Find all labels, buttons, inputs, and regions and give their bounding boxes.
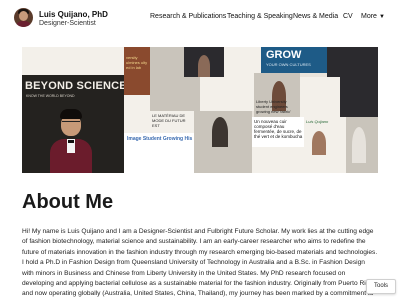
nav-more-label: More bbox=[361, 13, 377, 20]
magazine-subtitle: KNOW THE WORLD BEYOND bbox=[26, 94, 75, 98]
grow-banner: GROW YOUR OWN CULTURES bbox=[261, 47, 327, 73]
media-collage: BEYOND SCIENCE KNOW THE WORLD BEYOND ver… bbox=[22, 47, 378, 173]
about-bio: Hi! My name is Luis Quijano and I am a D… bbox=[22, 228, 378, 298]
collage-tile bbox=[200, 77, 254, 111]
collage-tile bbox=[150, 77, 200, 111]
about-heading: About Me bbox=[22, 191, 114, 213]
nav-news-media[interactable]: News & Media bbox=[293, 13, 338, 20]
newspaper-clipping: versity ulmines ulty ed in lab bbox=[124, 47, 150, 95]
collage-tile bbox=[150, 47, 184, 77]
portrait-photo bbox=[48, 109, 94, 173]
french-article-text: Un nouveau cuir composé d'eau fermentée,… bbox=[254, 119, 303, 139]
grow-subtitle: YOUR OWN CULTURES bbox=[266, 62, 311, 67]
headline-card: Image Student Growing His bbox=[124, 133, 194, 173]
collage-tile bbox=[252, 147, 304, 173]
nav-more[interactable]: More ▼ bbox=[361, 13, 385, 20]
collage-tile bbox=[340, 77, 378, 117]
avatar[interactable] bbox=[14, 8, 33, 27]
person-photo bbox=[312, 131, 326, 155]
nav-cv[interactable]: CV bbox=[343, 13, 353, 20]
person-photo bbox=[212, 117, 228, 147]
site-header: Luis Quijano, PhD Designer-Scientist Res… bbox=[0, 0, 400, 38]
person-photo bbox=[352, 127, 366, 163]
article-caption: Liberty University student engineers gro… bbox=[256, 99, 291, 114]
tools-button[interactable]: Tools bbox=[366, 279, 396, 294]
book-cover-text: Luis Quijano bbox=[306, 119, 329, 124]
chevron-down-icon: ▼ bbox=[378, 14, 385, 20]
french-article: Un nouveau cuir composé d'eau fermentée,… bbox=[252, 117, 304, 147]
collage-tile bbox=[300, 77, 340, 117]
headline-text: Image Student Growing His bbox=[127, 136, 193, 142]
site-name[interactable]: Luis Quijano, PhD bbox=[39, 10, 108, 19]
site-subtitle: Designer-Scientist bbox=[39, 20, 96, 27]
collage-tile bbox=[124, 95, 150, 133]
grow-title: GROW bbox=[266, 49, 302, 61]
magazine-title: BEYOND SCIENCE bbox=[25, 80, 127, 92]
nav-research-publications[interactable]: Research & Publications bbox=[150, 13, 226, 20]
article-caption: LE MATÉRIAU DE MODE DU FUTUR EST bbox=[152, 113, 186, 128]
collage-tile bbox=[327, 47, 378, 77]
collage-tile bbox=[22, 47, 124, 75]
magazine-cover: BEYOND SCIENCE KNOW THE WORLD BEYOND bbox=[22, 75, 127, 173]
clipping-text: versity ulmines ulty ed in lab bbox=[126, 55, 148, 70]
nav-teaching-speaking[interactable]: Teaching & Speaking bbox=[227, 13, 293, 20]
person-photo bbox=[198, 55, 210, 77]
